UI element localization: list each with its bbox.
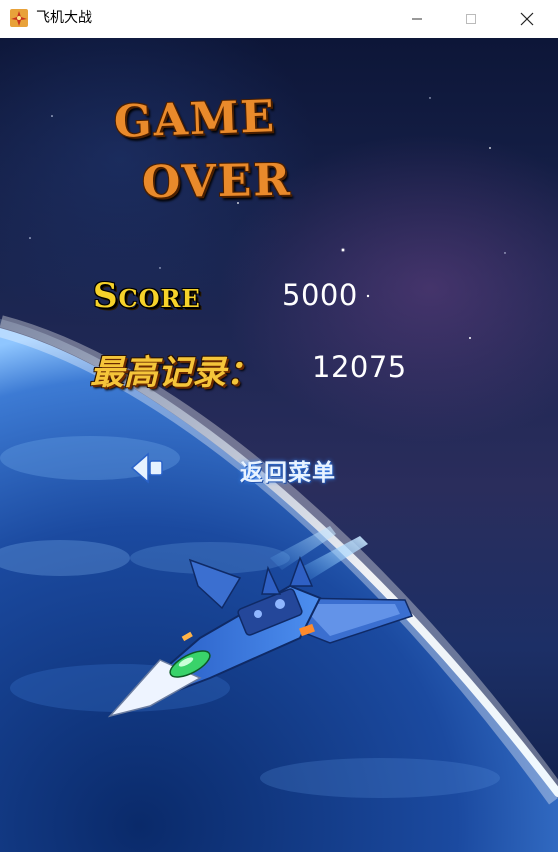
maximize-button[interactable] — [448, 0, 494, 38]
app-icon — [10, 9, 28, 27]
game-over-title-line1: GAME — [113, 91, 277, 148]
close-button[interactable] — [504, 0, 550, 38]
back-to-menu-button[interactable]: 返回菜单 — [240, 453, 336, 487]
game-canvas[interactable]: GAME OVER Score 5000 最高记录： 12075 返回菜单 — [0, 38, 558, 852]
score-value: 5000 — [282, 278, 358, 312]
minimize-button[interactable] — [394, 0, 440, 38]
game-over-title-line2: OVER — [141, 154, 293, 209]
close-icon — [520, 12, 534, 26]
maximize-icon — [466, 14, 476, 24]
high-score-label: 最高记录： — [90, 353, 260, 393]
high-score-value: 12075 — [312, 350, 407, 384]
minimize-icon — [412, 18, 422, 20]
score-label: Score — [93, 276, 201, 316]
back-arrow-icon[interactable] — [128, 448, 168, 488]
window-title: 飞机大战 — [36, 10, 92, 26]
window-titlebar: 飞机大战 — [0, 0, 558, 38]
